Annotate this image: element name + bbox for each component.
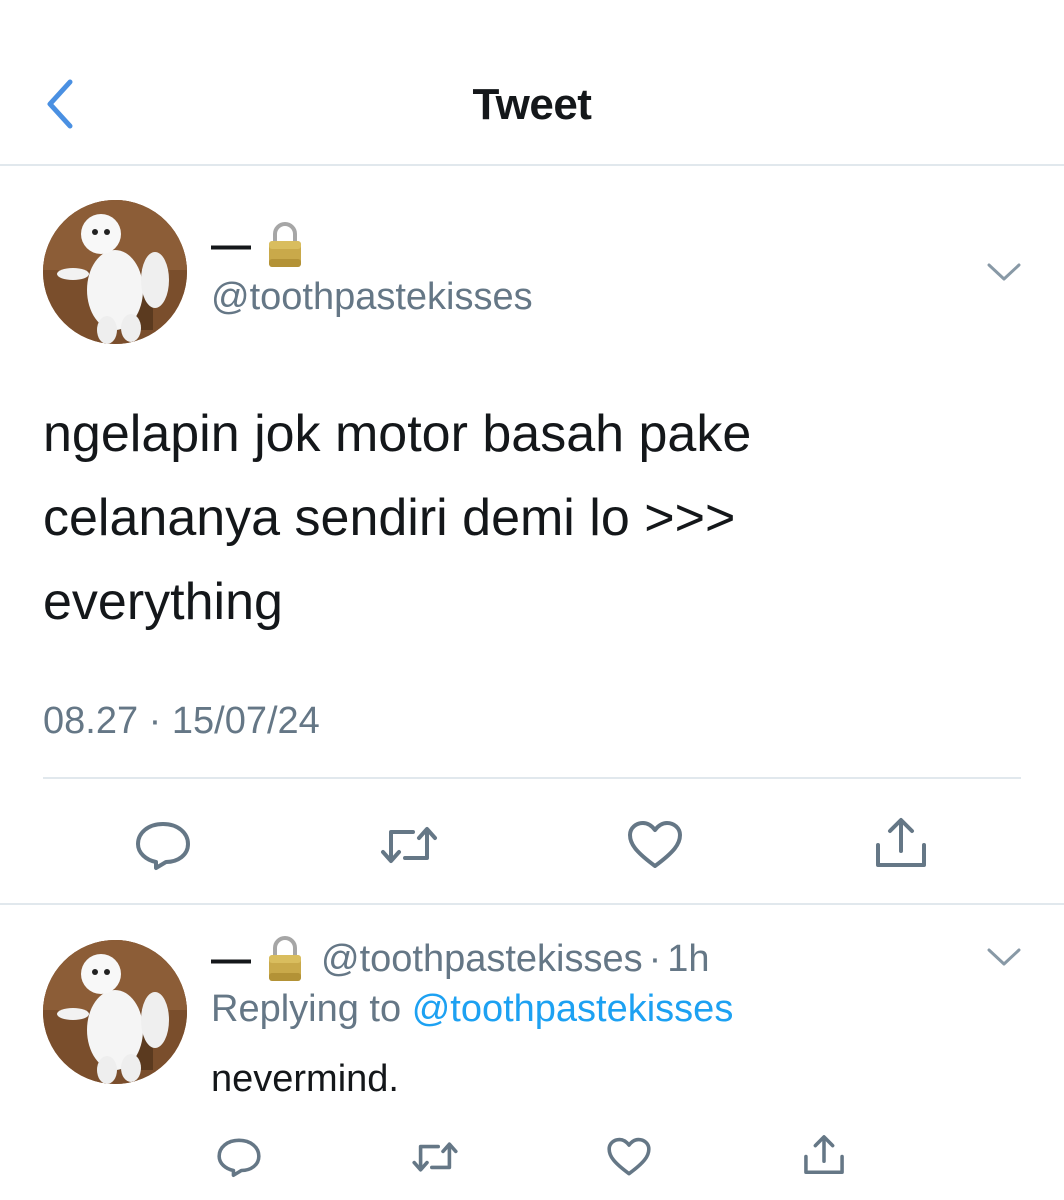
avatar[interactable]	[43, 200, 187, 344]
display-name[interactable]: —	[211, 223, 251, 268]
reply-icon	[136, 822, 190, 870]
page-title: Tweet	[472, 80, 592, 129]
chevron-down-icon	[987, 948, 1021, 966]
share-icon	[804, 1135, 844, 1175]
top-bar: Tweet	[0, 0, 1064, 166]
reply-reply-button[interactable]	[212, 1130, 266, 1184]
tweet-text: ngelapin jok motor basah pake celananya …	[43, 392, 1003, 644]
reply-handle[interactable]: @toothpastekisses	[321, 938, 643, 981]
chevron-down-icon	[987, 263, 1021, 281]
reply-icon	[217, 1138, 261, 1178]
avatar-image	[43, 200, 187, 344]
retweet-icon	[412, 1142, 458, 1172]
tweet-text-line: celananya sendiri demi lo >>>	[43, 489, 736, 547]
replying-to: Replying to @toothpastekisses	[211, 988, 733, 1031]
share-button[interactable]	[868, 810, 934, 876]
reply-options-button[interactable]	[984, 937, 1024, 977]
author-handle[interactable]: @toothpastekisses	[211, 276, 533, 319]
reply-like-button[interactable]	[602, 1130, 656, 1184]
reply-retweet-button[interactable]	[408, 1130, 462, 1184]
share-icon	[876, 818, 926, 867]
tweet-text-line: ngelapin jok motor basah pake	[43, 405, 752, 463]
author-name-row: —	[211, 220, 305, 270]
lock-icon	[265, 221, 305, 269]
reply-text: nevermind.	[211, 1058, 399, 1100]
reply-avatar[interactable]	[43, 940, 187, 1084]
lock-icon	[265, 935, 305, 983]
replying-to-label: Replying to	[211, 988, 402, 1030]
tweet-text-line: everything	[43, 573, 283, 631]
tweet-options-button[interactable]	[984, 252, 1024, 292]
retweet-icon	[381, 827, 437, 863]
avatar-image	[43, 940, 187, 1084]
separator-dot: ·	[648, 937, 662, 980]
replying-to-handle[interactable]: @toothpastekisses	[412, 988, 734, 1030]
reply-share-button[interactable]	[797, 1128, 851, 1182]
reply-display-name[interactable]: —	[211, 937, 251, 982]
reply-header: — @toothpastekisses · 1h	[211, 934, 710, 984]
reply-time: 1h	[667, 937, 710, 980]
tweet-timestamp: 08.27 · 15/07/24	[43, 700, 320, 742]
reply-button[interactable]	[130, 812, 196, 878]
divider	[43, 777, 1021, 779]
retweet-button[interactable]	[376, 812, 442, 878]
heart-icon	[628, 821, 682, 868]
divider	[0, 903, 1064, 905]
like-button[interactable]	[622, 812, 688, 878]
heart-icon	[607, 1137, 651, 1176]
